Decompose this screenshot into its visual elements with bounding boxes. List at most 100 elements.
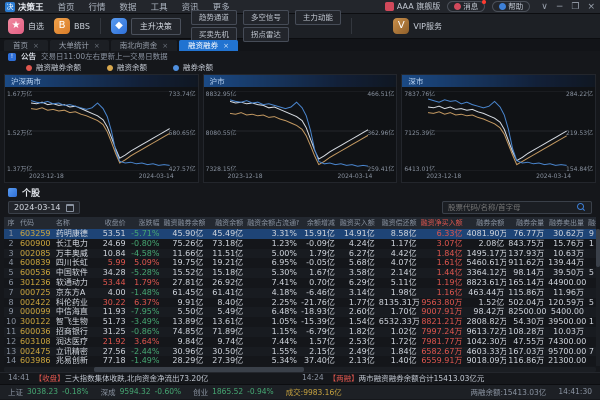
table-cell: 34.28 <box>98 268 128 278</box>
table-cell: 软通动力 <box>54 278 98 288</box>
index-shanghai[interactable]: 上证 3038.23 -0.18% <box>8 387 89 398</box>
decision-icon: ◆ <box>111 18 127 34</box>
chart-both-markets[interactable]: 沪深两市 1.67万亿 1.52万亿 1.37万亿 733.74亿 580.65… <box>4 74 199 183</box>
table-cell: 1495.17万 <box>464 249 506 259</box>
menu-quotes[interactable]: 行情 <box>89 1 106 13</box>
table-cell: 4.07亿 <box>377 258 419 268</box>
messages-button[interactable]: 消息 <box>447 1 485 12</box>
column-header[interactable]: 融券偿还量 <box>586 217 596 229</box>
calendar-icon <box>66 204 74 212</box>
column-header[interactable]: 融券卖出量 <box>546 217 586 229</box>
index-shenzhen[interactable]: 深成 9594.32 -0.60% <box>101 387 182 398</box>
table-row[interactable]: 1603259药明康德53.51-5.71%45.90亿45.49亿3.31%1… <box>4 229 596 239</box>
x-axis-label: 2024-03-14 <box>536 173 571 181</box>
trend-channel-button[interactable]: 趋势通道 <box>191 10 237 25</box>
tab-northbound-funds[interactable]: 南北向资金× <box>111 40 177 51</box>
decision-button[interactable]: ◆ 主升决策 <box>111 18 181 35</box>
table-cell: 1 <box>586 317 596 327</box>
column-header[interactable]: 融资买入额 <box>337 217 377 229</box>
account-badge[interactable]: AAA 旗舰版 <box>385 1 440 12</box>
watchlist-button[interactable]: ★ 自选 <box>8 18 44 34</box>
table-cell: 4603.33万 <box>464 347 506 357</box>
stock-search[interactable] <box>442 201 592 214</box>
horizontal-scrollbar[interactable] <box>4 367 596 372</box>
close-icon[interactable]: × <box>94 42 100 50</box>
table-cell: -0.05亿 <box>299 258 337 268</box>
column-header[interactable]: 余额增减 <box>299 217 337 229</box>
table-row[interactable]: 3002085万丰奥威10.84-4.58%11.66亿11.51亿5.00%1… <box>4 249 596 259</box>
column-header[interactable]: 融资偿还额 <box>377 217 419 229</box>
menu-data[interactable]: 数据 <box>120 1 137 13</box>
scrollbar-thumb[interactable] <box>94 367 304 372</box>
column-header[interactable]: 融资融券余额 <box>161 217 205 229</box>
search-input[interactable] <box>448 203 573 212</box>
table-cell: 76.77万 <box>506 229 546 239</box>
scrollbar-thumb[interactable] <box>596 229 600 267</box>
close-icon[interactable]: × <box>162 42 168 50</box>
pivot-radar-button[interactable]: 拐点雷达 <box>243 27 289 42</box>
table-cell: 9007.91万 <box>419 307 465 317</box>
date-picker[interactable]: 2024-03-14 <box>8 201 80 214</box>
table-cell: 1.55% <box>245 347 299 357</box>
close-button[interactable]: × <box>587 2 595 12</box>
vip-button[interactable]: V VIP服务 <box>393 18 442 34</box>
status-time: 14:41:30 <box>558 387 592 398</box>
close-icon[interactable]: × <box>33 42 39 50</box>
table-row[interactable]: 9000099中信海直11.93-7.95%5.50亿5.49亿6.48%-18… <box>4 307 596 317</box>
app-logo-icon: 决 <box>5 2 15 12</box>
ticker-item[interactable]: 14:41 【收盘】三大指数集体收跌,北向资金净流出73.20亿 <box>8 373 298 384</box>
menu-home[interactable]: 首页 <box>58 1 75 13</box>
table-row[interactable]: 10300122智飞生物51.73-3.49%13.89亿13.61亿1.05%… <box>4 317 596 327</box>
close-icon[interactable]: × <box>223 42 229 50</box>
column-header[interactable]: 涨跌幅 <box>128 217 162 229</box>
table-cell: 11.93 <box>98 307 128 317</box>
long-short-signal-button[interactable]: 多空信号 <box>243 10 289 25</box>
maximize-button[interactable]: ❐ <box>571 2 579 12</box>
help-button[interactable]: 帮助 <box>492 1 530 12</box>
tab-big-orders[interactable]: 大单统计× <box>50 40 109 51</box>
table-row[interactable]: 4600839四川长虹5.995.09%19.75亿19.21亿6.95%-0.… <box>4 258 596 268</box>
menu-tools[interactable]: 工具 <box>151 1 168 13</box>
table-row[interactable]: 7000725京东方A4.00-1.48%61.45亿61.41亿4.18%-6… <box>4 288 596 298</box>
chart-shenzhen[interactable]: 深市 7837.76亿 7125.39亿 6413.01亿 284.22亿 21… <box>401 74 596 183</box>
table-cell: 5.68亿 <box>337 258 377 268</box>
line-chart <box>428 91 567 171</box>
table-row[interactable]: 8002422科伦药业30.226.37%9.91亿8.40亿2.25%-21.… <box>4 298 596 308</box>
column-header[interactable]: 名称 <box>54 217 98 229</box>
main-force-button[interactable]: 主力动能 <box>295 10 341 25</box>
table-cell: 7.44% <box>245 337 299 347</box>
table-row[interactable]: 13002475立讯精密27.56-2.44%30.96亿30.50亿1.55%… <box>4 347 596 357</box>
chart-shanghai[interactable]: 沪市 8832.95亿 8080.55亿 7328.15亿 466.51亿 36… <box>203 74 398 183</box>
table-cell: 科伦药业 <box>54 298 98 308</box>
x-axis-label: 2023-12-18 <box>228 173 263 181</box>
table-row[interactable]: 12603108润达医疗21.923.64%9.84亿9.74亿7.44%1.5… <box>4 337 596 347</box>
tab-home[interactable]: 首页× <box>4 40 48 51</box>
table-row[interactable]: 2600900长江电力24.69-0.80%75.26亿73.18亿1.23%-… <box>4 239 596 249</box>
column-header[interactable]: 代码 <box>18 217 54 229</box>
ticker-item[interactable]: 14:24 【两融】两市融资融券余额合计15413.03亿元 <box>302 373 592 384</box>
column-header[interactable]: 收盘价 <box>98 217 128 229</box>
table-row[interactable]: 11600036招商银行31.25-0.86%74.85亿71.89亿1.15%… <box>4 327 596 337</box>
y-axis-label: 219.53亿 <box>566 128 593 137</box>
column-header[interactable]: 融资余额占流通市值比 <box>245 217 299 229</box>
column-header[interactable]: 融券余量 <box>506 217 546 229</box>
vertical-scrollbar[interactable] <box>596 229 600 366</box>
table-row[interactable]: 6301236软通动力53.441.79%27.81亿26.92亿7.41%0.… <box>4 278 596 288</box>
collapse-button[interactable]: ∨ <box>541 2 548 12</box>
table-cell: 万丰奥威 <box>54 249 98 259</box>
table-cell: 11.66亿 <box>161 249 205 259</box>
column-header[interactable]: 融券余额 <box>464 217 506 229</box>
table-cell: 5400.00 <box>546 307 586 317</box>
minimize-button[interactable]: − <box>556 2 564 12</box>
bbs-button[interactable]: B BBS <box>54 18 90 34</box>
table-row[interactable]: 5600536中国软件34.28-5.28%15.52亿15.18亿5.30%1… <box>4 268 596 278</box>
column-header[interactable]: 融资净买入额↓ <box>419 217 465 229</box>
column-header[interactable]: 序 <box>4 217 18 229</box>
table-row[interactable]: 14603986兆易创新77.18-1.49%28.29亿27.39亿5.34%… <box>4 356 596 366</box>
table-cell: 28.29亿 <box>161 356 205 366</box>
index-chinext[interactable]: 创业 1865.52 -0.94% <box>193 387 274 398</box>
tab-margin-trading[interactable]: 融资融券× <box>179 40 238 51</box>
search-icon[interactable] <box>577 203 586 212</box>
table-cell <box>586 288 596 298</box>
column-header[interactable]: 融资余额 <box>205 217 245 229</box>
